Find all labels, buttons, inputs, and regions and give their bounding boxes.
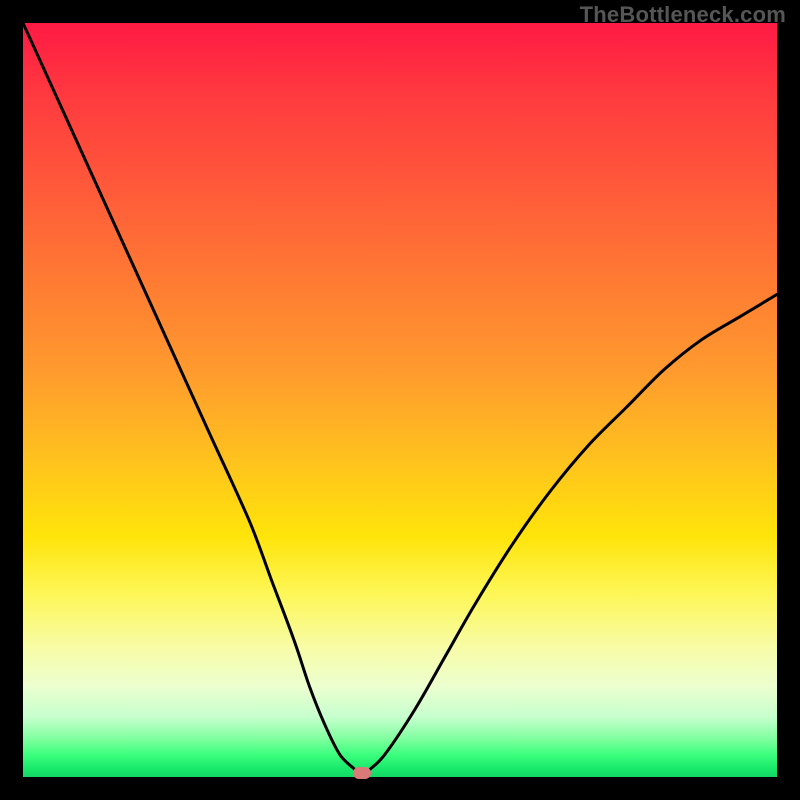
bottleneck-curve-path — [23, 23, 777, 777]
curve-svg — [23, 23, 777, 777]
chart-frame: TheBottleneck.com — [0, 0, 800, 800]
plot-area — [23, 23, 777, 777]
minimum-marker — [353, 767, 371, 779]
